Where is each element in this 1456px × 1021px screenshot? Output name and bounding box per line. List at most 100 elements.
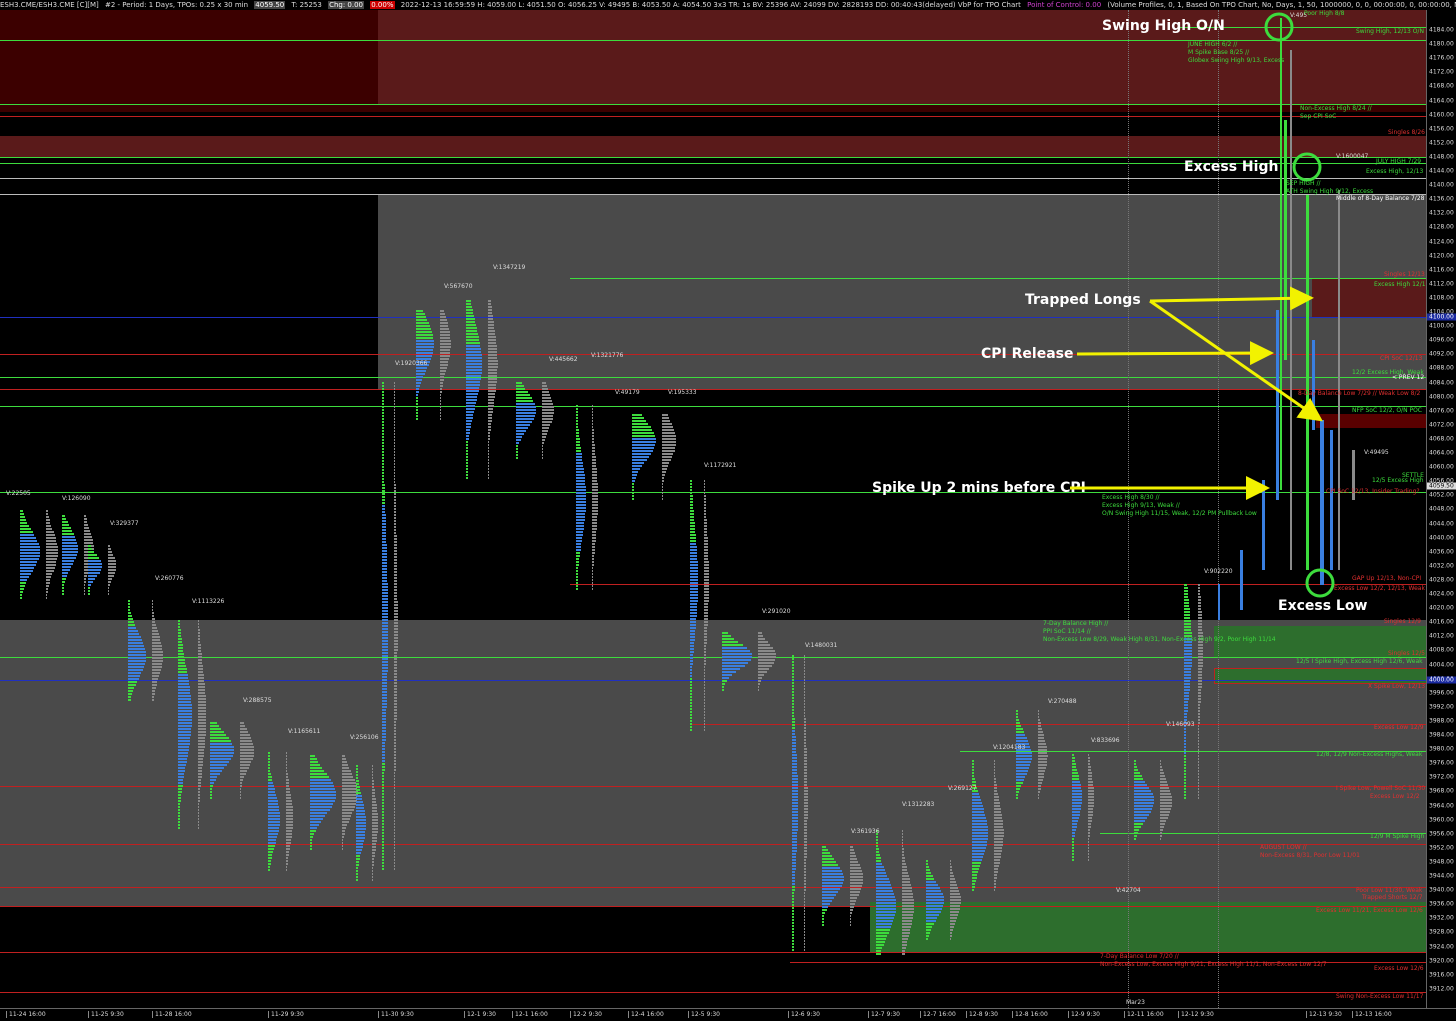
tpo-row bbox=[382, 685, 388, 687]
volume-row bbox=[804, 790, 808, 792]
volume-row bbox=[286, 770, 288, 772]
volume-row bbox=[1038, 770, 1046, 772]
tpo-row bbox=[972, 766, 974, 768]
volume-row bbox=[198, 737, 206, 739]
tpo-row bbox=[792, 775, 798, 777]
tpo-row bbox=[310, 848, 312, 850]
tpo-row bbox=[1016, 719, 1020, 721]
tpo-row bbox=[972, 835, 988, 837]
tpo-row bbox=[356, 822, 366, 824]
tpo-row bbox=[466, 432, 470, 434]
volume-row bbox=[704, 654, 706, 656]
volume-row bbox=[394, 652, 398, 654]
tpo-row bbox=[210, 746, 234, 748]
tpo-row bbox=[356, 864, 359, 866]
level-line-blue bbox=[0, 317, 1426, 318]
price-tick: 4176.00 bbox=[1429, 54, 1454, 62]
tpo-row bbox=[466, 327, 477, 329]
tpo-row bbox=[792, 949, 794, 951]
tpo-row bbox=[88, 593, 90, 595]
tpo-row bbox=[382, 742, 386, 744]
volume-row bbox=[198, 698, 206, 700]
volume-row bbox=[592, 552, 595, 554]
volume-row bbox=[542, 427, 550, 429]
tpo-row bbox=[926, 878, 935, 880]
price-tick: 4032.00 bbox=[1429, 562, 1454, 570]
tpo-row bbox=[268, 848, 274, 850]
volume-row bbox=[84, 539, 93, 541]
tpo-row bbox=[576, 579, 578, 581]
volume-row bbox=[1088, 778, 1093, 780]
volume-row bbox=[394, 394, 396, 396]
tpo-row bbox=[62, 560, 75, 562]
volume-row bbox=[440, 364, 448, 366]
tpo-row bbox=[792, 838, 798, 840]
tpo-row bbox=[576, 447, 581, 449]
tpo-row bbox=[1072, 835, 1075, 837]
volume-row bbox=[342, 812, 353, 814]
volume-row bbox=[950, 866, 952, 868]
volume-row bbox=[902, 848, 904, 850]
volume-row bbox=[994, 832, 1004, 834]
tpo-row bbox=[822, 903, 830, 905]
tpo-row bbox=[310, 770, 325, 772]
volume-row bbox=[704, 609, 709, 611]
tpo-row bbox=[1072, 802, 1082, 804]
volume-row bbox=[804, 769, 808, 771]
price-axis[interactable]: 4184.00 4180.00 4176.00 4172.00 4168.00 4164.… bbox=[1426, 10, 1456, 1017]
volume-row bbox=[394, 589, 398, 591]
tpo-row bbox=[792, 886, 795, 888]
tpo-row bbox=[876, 842, 878, 844]
volume-row bbox=[46, 546, 58, 548]
tpo-row bbox=[1072, 790, 1082, 792]
time-tick: 12-1 16:00 bbox=[512, 1011, 548, 1018]
volume-row bbox=[198, 668, 204, 670]
volume-row bbox=[488, 444, 490, 446]
tpo-row bbox=[576, 552, 581, 554]
tpo-row bbox=[178, 722, 192, 724]
volume-row bbox=[950, 938, 952, 940]
tpo-row bbox=[516, 418, 534, 420]
tpo-chart-plot[interactable]: V:22505 V:126090 V:329377 V:260776 V:111… bbox=[0, 10, 1429, 1008]
tpo-row bbox=[466, 312, 474, 314]
tpo-row bbox=[576, 432, 579, 434]
tpo-row bbox=[1184, 761, 1186, 763]
tpo-row bbox=[268, 806, 280, 808]
tpo-row bbox=[356, 828, 366, 830]
volume-row bbox=[902, 884, 912, 886]
tpo-row bbox=[690, 510, 694, 512]
volume-row bbox=[1198, 605, 1202, 607]
tpo-row bbox=[632, 432, 655, 434]
tpo-row bbox=[690, 516, 695, 518]
tpo-row bbox=[128, 600, 130, 602]
tpo-row bbox=[516, 442, 520, 444]
tpo-row bbox=[382, 649, 388, 651]
volume-row bbox=[46, 579, 51, 581]
tpo-row bbox=[210, 764, 227, 766]
time-axis[interactable]: 11-24 16:00 11-25 9:30 11-28 16:00 11-29 9:… bbox=[0, 999, 1456, 1021]
tpo-row bbox=[356, 768, 358, 770]
volume-row bbox=[1198, 662, 1203, 664]
volume-row bbox=[704, 660, 706, 662]
volume-row bbox=[542, 400, 553, 402]
tpo-row bbox=[88, 563, 102, 565]
volume-row bbox=[286, 797, 292, 799]
volume-row bbox=[592, 570, 594, 572]
tpo-row bbox=[382, 472, 385, 474]
price-tick: 4120.00 bbox=[1429, 252, 1454, 260]
volume-row bbox=[394, 787, 396, 789]
tpo-row bbox=[792, 934, 794, 936]
volume-row bbox=[198, 797, 200, 799]
symbol-label[interactable]: ESH3.CME/ESH3.CME [C][M] bbox=[0, 1, 99, 9]
volume-row bbox=[662, 477, 665, 479]
tpo-row bbox=[20, 588, 24, 590]
volume-label: V:1113226 bbox=[192, 598, 225, 605]
volume-row bbox=[152, 606, 154, 608]
volume-row bbox=[804, 826, 808, 828]
tpo-row bbox=[792, 826, 798, 828]
volume-row bbox=[1198, 782, 1200, 784]
volume-row bbox=[704, 558, 709, 560]
volume-row bbox=[1198, 647, 1203, 649]
tpo-row bbox=[128, 696, 132, 698]
volume-row bbox=[704, 582, 709, 584]
